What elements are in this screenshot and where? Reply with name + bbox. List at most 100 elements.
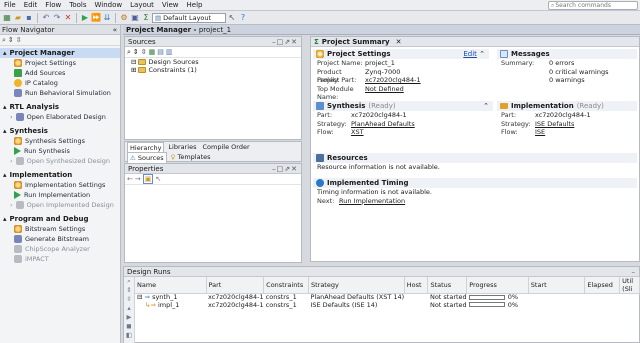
- reset-icon[interactable]: ◧: [124, 331, 134, 340]
- col-name[interactable]: Name: [135, 277, 207, 294]
- expand-icon[interactable]: ▴: [3, 126, 7, 136]
- save-icon[interactable]: ▪: [24, 13, 34, 23]
- menu-view[interactable]: View: [158, 0, 183, 11]
- compile-order-icon[interactable]: ▥: [166, 48, 173, 56]
- section-synthesis[interactable]: ▴ Synthesis: [0, 126, 120, 136]
- col-util[interactable]: Util (Sli: [619, 277, 640, 294]
- expand-icon[interactable]: ▴: [3, 214, 7, 224]
- nav-add-sources[interactable]: Add Sources: [0, 68, 120, 78]
- nav-synthesis-settings[interactable]: Synthesis Settings: [0, 136, 120, 146]
- section-rtl-analysis[interactable]: ▴ RTL Analysis: [0, 102, 120, 112]
- close-icon[interactable]: ✕: [396, 37, 402, 47]
- col-status[interactable]: Status: [427, 277, 468, 294]
- nav-open-implemented-design[interactable]: › Open Implemented Design: [0, 200, 120, 210]
- synth-strategy-link[interactable]: PlanAhead Defaults: [351, 120, 415, 129]
- menu-flow[interactable]: Flow: [41, 0, 65, 11]
- undo-icon[interactable]: ↶: [41, 13, 51, 23]
- table-row[interactable]: ⊟ ⇒ synth_1 xc7z020clg484-1 constrs_1 Pl…: [135, 294, 640, 302]
- add-icon[interactable]: ▦: [149, 48, 156, 56]
- sigma-icon[interactable]: Σ: [141, 13, 151, 23]
- help-icon[interactable]: ?: [238, 13, 248, 23]
- nav-project-settings[interactable]: Project Settings: [0, 58, 120, 68]
- stop-icon[interactable]: ◼: [124, 322, 134, 331]
- expand-all-icon[interactable]: ⇳: [124, 295, 134, 304]
- crossprobe-icon[interactable]: ↖: [227, 13, 237, 23]
- collapse-icon[interactable]: «: [113, 25, 117, 35]
- nav-ip-catalog[interactable]: IP Catalog: [0, 78, 120, 88]
- layout-select[interactable]: ▤ Default Layout: [152, 12, 226, 23]
- run-all-icon[interactable]: ⏩: [91, 13, 101, 23]
- properties-icon[interactable]: ▤: [157, 48, 164, 56]
- impl-flow-link[interactable]: ISE: [535, 128, 545, 137]
- menu-edit[interactable]: Edit: [20, 0, 42, 11]
- panel-controls[interactable]: –□⇗✕: [272, 164, 298, 174]
- expand-icon[interactable]: ▴: [3, 48, 7, 58]
- up-icon[interactable]: ▴: [124, 304, 134, 313]
- top-module-link[interactable]: Not Defined: [365, 85, 404, 94]
- expand-icon[interactable]: ⊟: [131, 58, 136, 66]
- section-implementation[interactable]: ▴ Implementation: [0, 170, 120, 180]
- nav-open-synthesized-design[interactable]: › Open Synthesized Design: [0, 156, 120, 166]
- tab-templates[interactable]: ♀ Templates: [169, 152, 213, 162]
- minimize-icon[interactable]: –: [632, 267, 637, 277]
- menu-window[interactable]: Window: [91, 0, 127, 11]
- chip-icon[interactable]: ▣: [130, 13, 140, 23]
- tab-compile-order[interactable]: Compile Order: [201, 142, 252, 152]
- col-strategy[interactable]: Strategy: [308, 277, 405, 294]
- synth-flow-link[interactable]: XST: [351, 128, 364, 137]
- project-part-link[interactable]: xc7z020clg484-1: [365, 76, 421, 85]
- menu-file[interactable]: File: [0, 0, 20, 11]
- impl-strategy-link[interactable]: ISE Defaults: [535, 120, 574, 129]
- open-project-icon[interactable]: ▰: [13, 13, 23, 23]
- redo-icon[interactable]: ↷: [52, 13, 62, 23]
- back-icon[interactable]: ←: [127, 175, 133, 183]
- expand-all-icon[interactable]: ⇳: [141, 48, 147, 56]
- table-row[interactable]: ↳⇒ impl_1 xc7z020clg484-1 constrs_1 ISE …: [135, 302, 640, 310]
- run-icon[interactable]: ▶: [80, 13, 90, 23]
- forward-icon[interactable]: →: [135, 175, 141, 183]
- expand-icon[interactable]: ▴: [3, 102, 7, 112]
- collapse-icon[interactable]: ⌃: [483, 101, 489, 111]
- collapse-all-icon[interactable]: ⇕: [133, 48, 139, 56]
- search-input[interactable]: [555, 2, 636, 9]
- col-start[interactable]: Start: [528, 277, 586, 294]
- tree-item-design-sources[interactable]: ⊟ Design Sources: [131, 58, 301, 66]
- tab-sources[interactable]: ⚠ Sources: [127, 151, 167, 163]
- project-summary-tab[interactable]: Σ Project Summary ✕: [311, 37, 639, 47]
- section-project-manager[interactable]: ▴ Project Manager: [0, 48, 120, 58]
- col-elapsed[interactable]: Elapsed: [584, 277, 621, 294]
- program-icon[interactable]: ⇊: [102, 13, 112, 23]
- nav-bitstream-settings[interactable]: Bitstream Settings: [0, 224, 120, 234]
- menu-layout[interactable]: Layout: [126, 0, 158, 11]
- col-host[interactable]: Host: [404, 277, 429, 294]
- edit-link[interactable]: Edit: [463, 50, 477, 58]
- collapse-all-icon[interactable]: ⇕: [124, 286, 134, 295]
- delete-icon[interactable]: ✕: [63, 13, 73, 23]
- expand-all-icon[interactable]: ⇳: [16, 36, 22, 44]
- tab-libraries[interactable]: Libraries: [166, 142, 198, 152]
- collapse-icon[interactable]: ⊟: [137, 294, 142, 302]
- nav-run-implementation[interactable]: Run Implementation: [0, 190, 120, 200]
- new-project-icon[interactable]: ▦: [2, 13, 12, 23]
- search-icon[interactable]: ⌕: [124, 277, 134, 286]
- panel-controls[interactable]: –□⇗✕: [272, 37, 298, 47]
- menu-help[interactable]: Help: [183, 0, 207, 11]
- col-part[interactable]: Part: [206, 277, 265, 294]
- col-constraints[interactable]: Constraints: [263, 277, 309, 294]
- nav-implementation-settings[interactable]: Implementation Settings: [0, 180, 120, 190]
- section-program-and-debug[interactable]: ▴ Program and Debug: [0, 214, 120, 224]
- collapse-all-icon[interactable]: ⇕: [8, 36, 14, 44]
- nav-impact[interactable]: iMPACT: [0, 254, 120, 264]
- col-progress[interactable]: Progress: [466, 277, 529, 294]
- tree-item-constraints[interactable]: ⊞ Constraints (1): [131, 66, 301, 74]
- nav-chipscope-analyzer[interactable]: ChipScope Analyzer: [0, 244, 120, 254]
- nav-run-behavioral-simulation[interactable]: Run Behavioral Simulation: [0, 88, 120, 98]
- nav-run-synthesis[interactable]: Run Synthesis: [0, 146, 120, 156]
- run-icon[interactable]: ▶: [124, 313, 134, 322]
- pin-icon[interactable]: ↖: [155, 175, 161, 183]
- menu-tools[interactable]: Tools: [65, 0, 90, 11]
- search-box[interactable]: ⌕: [548, 1, 638, 10]
- settings-icon[interactable]: ⚙: [119, 13, 129, 23]
- highlight-icon[interactable]: ▣: [142, 174, 154, 184]
- search-icon[interactable]: ⌕: [2, 36, 6, 45]
